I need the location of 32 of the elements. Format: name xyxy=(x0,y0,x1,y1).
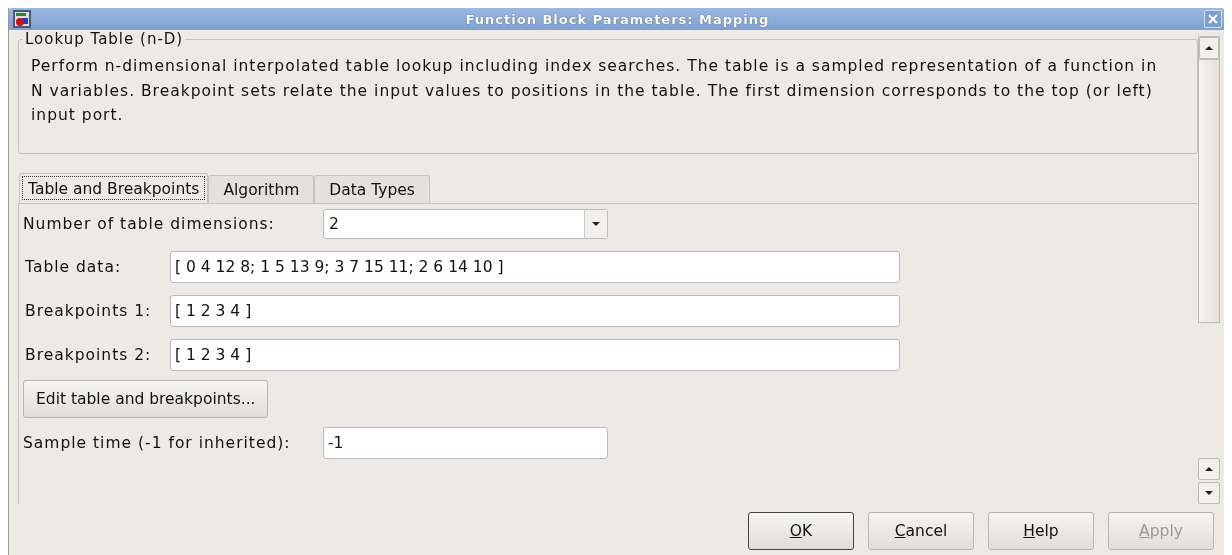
input-field[interactable]: [ 0 4 12 8; 1 5 13 9; 3 7 15 11; 2 6 14 10 ] xyxy=(170,251,900,283)
up-arrow-icon xyxy=(1204,45,1214,51)
scroll-thumb[interactable] xyxy=(1199,59,1219,322)
up-arrow-icon xyxy=(1204,466,1214,472)
scroll-up-button[interactable] xyxy=(1198,458,1220,480)
field-label: Breakpoints 2: xyxy=(24,346,153,364)
dialog-button[interactable]: Cancel xyxy=(868,512,974,550)
scroll-down-button[interactable] xyxy=(1198,482,1220,504)
tab[interactable]: Algorithm xyxy=(208,175,315,203)
scroll-up-button[interactable] xyxy=(1199,37,1219,59)
dropdown-field[interactable]: 2 xyxy=(323,209,608,239)
down-arrow-icon xyxy=(1204,490,1214,496)
dialog-button[interactable]: OK xyxy=(748,512,854,550)
field-label: Table data: xyxy=(24,258,123,276)
field-label: Breakpoints 1: xyxy=(24,302,153,320)
group-title: Lookup Table (n-D) xyxy=(24,30,185,48)
window-title: Function Block Parameters: Mapping xyxy=(464,11,771,27)
field-label: Number of table dimensions: xyxy=(23,215,276,233)
scrollbar[interactable] xyxy=(1198,36,1220,323)
caret-icon xyxy=(591,221,601,227)
input-field[interactable]: -1 xyxy=(323,427,608,459)
close-icon xyxy=(1207,13,1219,25)
description-text: Perform n-dimensional interpolated table lookup including index searches. The table is a sampled representation of a function in N variables. Breakpoint sets relate the input values to positions in the table. The first dimension corresponds to the top (or left) input port. xyxy=(31,56,1159,126)
dialog-button[interactable]: Help xyxy=(988,512,1094,550)
input-field[interactable]: [ 1 2 3 4 ] xyxy=(170,339,900,371)
close-button[interactable] xyxy=(1204,10,1222,28)
input-field[interactable]: [ 1 2 3 4 ] xyxy=(170,295,900,327)
app-icon xyxy=(13,10,31,28)
field-label: Sample time (-1 for inherited): xyxy=(23,434,292,452)
edit-button[interactable]: Edit table and breakpoints... xyxy=(23,380,269,418)
tab[interactable]: Data Types xyxy=(314,175,430,203)
tab[interactable]: Table and Breakpoints xyxy=(19,173,209,203)
